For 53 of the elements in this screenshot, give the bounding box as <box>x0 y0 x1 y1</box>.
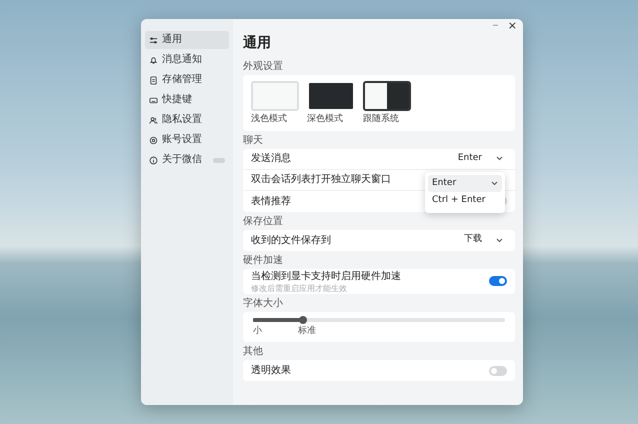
dropdown-field[interactable]: Enter <box>454 150 507 166</box>
keyboard-icon <box>149 96 158 104</box>
section-title: 其他 <box>243 346 264 358</box>
sidebar-item[interactable]: 关于微信 <box>145 151 229 169</box>
dropdown-field[interactable]: 下载 <box>460 232 507 248</box>
setting-label: 表情推荐 <box>251 194 291 208</box>
sidebar-item[interactable]: 消息通知 <box>145 51 229 69</box>
section-title: 保存位置 <box>243 216 284 228</box>
sidebar-item[interactable]: 快捷键 <box>145 91 229 109</box>
setting-label: 当检测到显卡支持时启用硬件加速 <box>251 270 401 284</box>
people-icon <box>149 116 158 124</box>
theme-label: 浅色模式 <box>251 113 288 126</box>
slider-tick-label: 小 <box>253 324 262 338</box>
sliders-icon <box>149 36 158 44</box>
menu-option[interactable]: Ctrl + Enter <box>428 192 502 210</box>
theme-preview[interactable] <box>363 81 411 111</box>
sidebar-label: 快捷键 <box>162 94 192 106</box>
sidebar-item[interactable]: 通用 <box>145 31 229 49</box>
chevron-icon <box>496 156 503 161</box>
slider-thumb[interactable] <box>299 316 308 324</box>
sidebar-item[interactable]: 存储管理 <box>145 71 229 89</box>
section-title: 硬件加速 <box>243 254 284 266</box>
theme-label: 跟随系统 <box>363 113 400 126</box>
sidebar-label: 隐私设置 <box>162 114 202 126</box>
section-title: 外观设置 <box>243 61 284 73</box>
document-icon <box>149 76 158 84</box>
setting-label: 收到的文件保存到 <box>251 234 331 248</box>
minimize-button[interactable]: ─ <box>490 20 500 32</box>
sidebar-item[interactable]: 账号设置 <box>145 131 229 149</box>
slider-tick-label: 标准 <box>298 324 316 338</box>
page-title: 通用 <box>243 34 272 53</box>
sidebar-label: 存储管理 <box>162 74 202 86</box>
chevron-icon <box>491 180 498 186</box>
bell-icon <box>149 56 158 64</box>
setting-label: 双击会话列表打开独立聊天窗口 <box>251 172 391 187</box>
section-title: 聊天 <box>243 134 264 146</box>
toggle-switch[interactable] <box>489 276 507 286</box>
close-button[interactable]: × <box>506 20 519 32</box>
setting-label: 透明效果 <box>251 364 291 378</box>
sidebar-label: 账号设置 <box>162 134 202 146</box>
menu-option[interactable]: Enter <box>428 174 502 192</box>
sidebar-item[interactable]: 隐私设置 <box>145 111 229 129</box>
sidebar-label: 消息通知 <box>162 54 202 66</box>
sidebar-label: 通用 <box>162 34 182 46</box>
theme-preview[interactable] <box>307 81 355 111</box>
setting-label: 发送消息 <box>251 152 291 166</box>
setting-note: 修改后需重启应用才能生效 <box>251 284 348 294</box>
toggle-switch[interactable] <box>489 366 507 376</box>
chevron-icon <box>496 238 503 242</box>
theme-label: 深色模式 <box>307 113 344 126</box>
section-title: 字体大小 <box>243 298 284 310</box>
sidebar-label: 关于微信 <box>162 154 202 166</box>
info-icon <box>149 156 158 164</box>
